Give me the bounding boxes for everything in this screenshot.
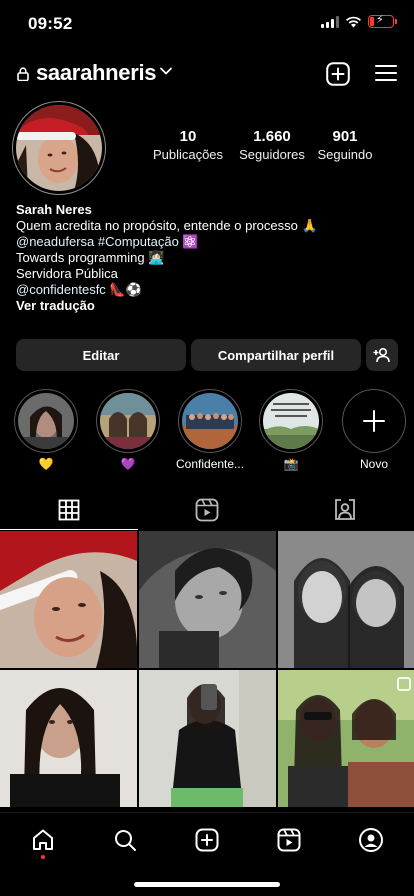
posts-label: Publicações (152, 147, 224, 162)
nav-search[interactable] (110, 825, 140, 855)
followers-label: Seguidores (239, 147, 305, 162)
bio-line: Quem acredita no propósito, entende o pr… (16, 218, 318, 233)
add-person-icon (373, 347, 390, 363)
display-name: Sarah Neres (16, 202, 92, 217)
story-highlight[interactable]: 📸 (258, 389, 324, 471)
discover-people-button[interactable] (366, 339, 398, 371)
post-thumbnail[interactable] (278, 531, 414, 668)
posts-count[interactable]: 10 Publicações (140, 128, 236, 162)
story-highlight[interactable]: Confidente... (176, 389, 244, 471)
bio-mention-link[interactable]: @neadufersa #Computação ⚛️ (16, 234, 396, 250)
post-thumbnail[interactable] (139, 670, 276, 807)
search-icon (115, 830, 136, 851)
share-profile-button[interactable]: Compartilhar perfil (191, 339, 361, 371)
bio-line: Servidora Pública (16, 266, 118, 281)
tab-reels[interactable] (138, 490, 276, 530)
home-indicator (134, 882, 280, 887)
profile-avatar-icon (359, 828, 383, 852)
highlight-label: Confidente... (176, 457, 245, 471)
highlight-ring (259, 389, 323, 453)
highlight-ring (178, 389, 242, 453)
wifi-icon (346, 16, 361, 27)
highlight-ring (342, 389, 406, 453)
highlight-ring (96, 389, 160, 453)
reels-icon (195, 498, 219, 522)
notification-dot (41, 855, 45, 859)
tab-tagged[interactable] (276, 490, 414, 530)
lock-icon (17, 67, 29, 81)
battery-icon: ⚡ (368, 14, 397, 28)
posts-value: 10 (179, 128, 197, 145)
post-thumbnail[interactable] (139, 531, 276, 668)
highlight-label: 📸 (283, 457, 299, 471)
nav-home[interactable] (28, 825, 58, 855)
edit-profile-button[interactable]: Editar (16, 339, 186, 371)
menu-icon[interactable] (375, 64, 397, 82)
signal-icon (321, 15, 339, 28)
avatar-photo (16, 105, 102, 191)
post-thumbnail[interactable] (278, 670, 414, 807)
new-post-icon[interactable] (326, 62, 350, 86)
status-bar: 09:52 ⚡ (0, 0, 414, 48)
followers-count[interactable]: 1.660 Seguidores (224, 128, 320, 162)
username-switcher[interactable]: saarahneris (36, 60, 157, 86)
bio-mention-link[interactable]: @confidentesfc 👠⚽ (16, 282, 396, 298)
followers-value: 1.660 (253, 128, 291, 145)
chevron-down-icon[interactable] (160, 67, 172, 75)
nav-reels[interactable] (274, 825, 304, 855)
highlight-ring (14, 389, 78, 453)
following-value: 901 (332, 128, 358, 145)
bio-line: Towards programming 👩🏻‍💻 (16, 250, 165, 265)
tagged-person-icon (335, 499, 355, 520)
story-highlight[interactable]: 💛 (13, 389, 79, 471)
following-label: Seguindo (317, 147, 373, 162)
highlight-label: 💛 (38, 457, 54, 471)
post-thumbnail[interactable] (0, 531, 137, 668)
plus-icon (363, 410, 385, 432)
highlight-cover (18, 393, 74, 449)
post-thumbnail[interactable] (0, 670, 137, 807)
status-icons: ⚡ (321, 14, 397, 28)
create-post-icon (195, 828, 219, 852)
status-time: 09:52 (28, 14, 73, 33)
profile-tabs (0, 490, 414, 530)
following-count[interactable]: 901 Seguindo (310, 128, 380, 162)
nav-profile[interactable] (356, 825, 386, 855)
home-icon (33, 829, 53, 850)
highlight-label: Novo (359, 457, 388, 471)
reels-icon (277, 828, 301, 852)
tab-posts-grid[interactable] (0, 490, 138, 530)
story-highlight[interactable]: 💜 (95, 389, 161, 471)
profile-avatar[interactable] (12, 101, 106, 195)
highlight-label: 💜 (120, 457, 136, 471)
grid-icon (58, 499, 80, 521)
highlight-cover (182, 393, 238, 449)
highlight-cover (100, 393, 156, 449)
see-translation-link[interactable]: Ver tradução (16, 298, 396, 314)
highlight-cover (263, 393, 319, 449)
new-highlight-button[interactable]: Novo (341, 389, 407, 471)
nav-create[interactable] (192, 825, 222, 855)
profile-bio: Sarah Neres Quem acredita no propósito, … (16, 202, 396, 314)
profile-header: saarahneris (0, 56, 414, 92)
